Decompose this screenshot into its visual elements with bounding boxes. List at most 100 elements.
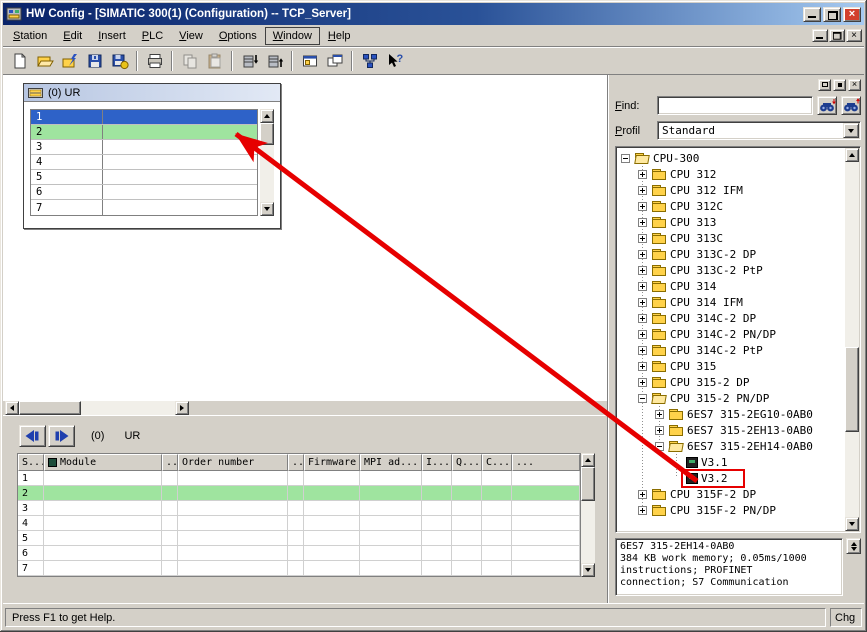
detail-cell[interactable] [288,561,304,575]
tree-item-cpu-314c-2-ptp[interactable]: CPU 314C-2 PtP [617,342,844,358]
expand-icon[interactable] [638,201,647,211]
tree-node[interactable]: CPU 312C [650,200,725,213]
scrollbar-thumb[interactable] [260,123,274,145]
detail-cell[interactable] [512,531,580,545]
detail-cell[interactable] [360,516,422,530]
menu-item-plc[interactable]: PLC [134,27,171,45]
expand-icon[interactable] [638,265,647,275]
detail-cell[interactable] [512,486,580,500]
detail-cell[interactable] [482,516,512,530]
detail-cell[interactable] [422,471,452,485]
tree-node[interactable]: CPU 315F-2 DP [650,488,758,501]
tree-item-6es7-315-2eh14-0ab0[interactable]: 6ES7 315-2EH14-0AB0 [617,438,844,454]
rack-window[interactable]: (0) UR 1234567 [23,83,281,229]
detail-cell[interactable] [422,501,452,515]
expand-icon[interactable] [638,185,647,195]
expand-icon[interactable] [638,233,647,243]
mdi-minimize-button[interactable] [812,29,828,42]
tree-node[interactable]: CPU 312 [650,168,718,181]
column-header[interactable]: ... [288,454,304,471]
tree-item-cpu-314-ifm[interactable]: CPU 314 IFM [617,294,844,310]
detail-cell[interactable] [422,546,452,560]
detail-row-number[interactable]: 5 [18,531,44,545]
detail-cell[interactable] [162,486,178,500]
tree-item-cpu-313c[interactable]: CPU 313C [617,230,844,246]
detail-cell[interactable] [422,486,452,500]
tree-item-v3-2[interactable]: V3.2 [617,468,844,488]
rack-scrollbar[interactable] [260,109,274,216]
tree-item-cpu-314c-2-pn-dp[interactable]: CPU 314C-2 PN/DP [617,326,844,342]
download-button[interactable] [237,49,262,73]
detail-cell[interactable] [512,546,580,560]
tree-item-v3-1[interactable]: V3.1 [617,454,844,470]
detail-cell[interactable] [178,486,288,500]
rack-slot-content[interactable] [103,110,257,124]
mdi-close-button[interactable]: × [846,29,862,42]
open-online-button[interactable] [57,49,82,73]
tree-node[interactable]: CPU 315F-2 PN/DP [650,504,778,517]
detail-cell[interactable] [360,546,422,560]
detail-cell[interactable] [304,486,360,500]
detail-cell[interactable] [44,561,162,575]
column-header[interactable]: Module [44,454,162,471]
tree-node[interactable]: V3.2 [681,468,745,488]
rack-slot-content[interactable] [103,200,257,215]
save-button[interactable] [82,49,107,73]
detail-cell[interactable] [452,471,482,485]
previous-rack-button[interactable] [19,425,46,447]
detail-cell[interactable] [304,561,360,575]
detail-cell[interactable] [288,471,304,485]
menu-item-station[interactable]: Station [5,27,55,45]
tree-item-cpu-312-ifm[interactable]: CPU 312 IFM [617,182,844,198]
tree-item-cpu-312c[interactable]: CPU 312C [617,198,844,214]
detail-cell[interactable] [288,546,304,560]
close-button[interactable]: × [843,6,861,22]
detail-cell[interactable] [178,516,288,530]
detail-cell[interactable] [44,546,162,560]
tree-node[interactable]: CPU 314C-2 PN/DP [650,328,778,341]
detail-cell[interactable] [452,546,482,560]
network-config-button[interactable] [357,49,382,73]
detail-row[interactable]: 2 [18,486,580,501]
detail-scrollbar[interactable] [581,453,595,577]
detail-cell[interactable] [304,471,360,485]
expand-icon[interactable] [638,249,647,259]
detail-cell[interactable] [452,516,482,530]
column-header[interactable]: Order number [178,454,288,471]
scrollbar-thumb[interactable] [845,346,859,432]
detail-cell[interactable] [288,486,304,500]
menu-item-window[interactable]: Window [264,26,320,45]
catalog-toggle-button[interactable] [297,49,322,73]
column-header[interactable]: ... [162,454,178,471]
minimize-button[interactable] [803,6,821,22]
expand-icon[interactable] [638,489,647,499]
rack-slot-row[interactable]: 2 [31,125,257,140]
expand-icon[interactable] [655,425,664,435]
detail-cell[interactable] [288,516,304,530]
detail-cell[interactable] [482,471,512,485]
column-header[interactable]: S... [18,454,44,471]
scroll-right-button[interactable] [175,401,189,415]
detail-cell[interactable] [452,501,482,515]
tree-item-6es7-315-2eh13-0ab0[interactable]: 6ES7 315-2EH13-0AB0 [617,422,844,438]
menu-item-help[interactable]: Help [320,27,359,45]
expand-icon[interactable] [638,505,647,515]
tree-node[interactable]: CPU 313C-2 DP [650,248,758,261]
tree-node[interactable]: V3.1 [684,456,730,469]
tree-node[interactable]: CPU 314 [650,280,718,293]
collapse-icon[interactable] [655,441,664,451]
detail-cell[interactable] [178,561,288,575]
column-header[interactable]: Q... [452,454,482,471]
detail-row[interactable]: 6 [18,546,580,561]
expand-icon[interactable] [638,345,647,355]
detail-cell[interactable] [304,531,360,545]
detail-cell[interactable] [482,486,512,500]
profile-select[interactable]: Standard [657,121,861,140]
tree-item-cpu-313[interactable]: CPU 313 [617,214,844,230]
expand-icon[interactable] [638,313,647,323]
detail-cell[interactable] [482,531,512,545]
tree-item-cpu-315f-2-pn-dp[interactable]: CPU 315F-2 PN/DP [617,502,844,518]
detail-row-number[interactable]: 7 [18,561,44,575]
detail-cell[interactable] [162,531,178,545]
tree-item-cpu-314[interactable]: CPU 314 [617,278,844,294]
